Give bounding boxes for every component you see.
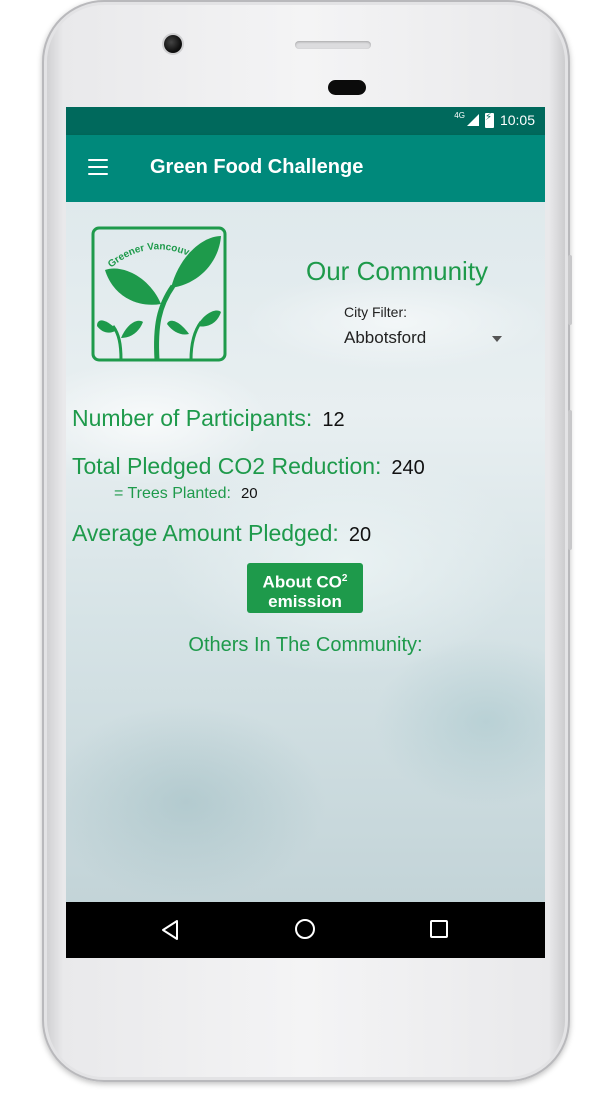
community-title: Our Community xyxy=(306,256,489,286)
city-filter-label: City Filter: xyxy=(344,304,407,320)
screen: 4G 10:05 Green Food Challenge Greener Va… xyxy=(66,107,545,958)
signal-icon xyxy=(466,114,479,126)
status-bar: 4G 10:05 xyxy=(66,107,545,135)
trees-planted-stat: = Trees Planted: 20 xyxy=(114,485,258,503)
home-circle-icon[interactable] xyxy=(295,919,315,939)
co2-reduction-stat: Total Pledged CO2 Reduction: 240 xyxy=(72,453,425,480)
dropdown-arrow-icon xyxy=(492,336,502,342)
average-pledged-label: Average Amount Pledged: xyxy=(72,520,339,546)
speaker-grille xyxy=(295,41,371,49)
trees-planted-label: = Trees Planted: xyxy=(114,485,231,502)
earpiece xyxy=(328,80,366,95)
city-filter-dropdown[interactable]: Abbotsford xyxy=(344,322,504,348)
about-button-line2: emission xyxy=(268,591,342,611)
recent-apps-square-icon[interactable] xyxy=(430,920,448,938)
navigation-bar xyxy=(66,902,545,958)
power-button xyxy=(568,255,572,325)
about-button-line1: About CO xyxy=(262,572,342,592)
about-co2-button[interactable]: About CO2 emission xyxy=(247,563,363,613)
app-bar: Green Food Challenge xyxy=(66,135,545,202)
participants-value: 12 xyxy=(322,409,345,431)
hamburger-menu-icon[interactable] xyxy=(88,159,108,177)
average-pledged-stat: Average Amount Pledged: 20 xyxy=(72,520,371,547)
status-time: 10:05 xyxy=(499,112,535,128)
co2-reduction-label: Total Pledged CO2 Reduction: xyxy=(72,453,382,479)
greener-vancouver-logo: Greener Vancouver xyxy=(91,226,227,362)
battery-charging-icon xyxy=(484,112,494,128)
network-type: 4G xyxy=(454,110,465,120)
others-in-community-label: Others In The Community: xyxy=(188,634,423,656)
volume-button xyxy=(568,410,572,550)
trees-planted-value: 20 xyxy=(240,485,258,502)
front-camera xyxy=(164,35,182,53)
main-content: Greener Vancouver Our Community City Fil… xyxy=(66,202,545,902)
participants-label: Number of Participants: xyxy=(72,405,313,431)
back-triangle-icon[interactable] xyxy=(160,919,180,941)
participants-stat: Number of Participants: 12 xyxy=(72,405,345,432)
city-filter-value: Abbotsford xyxy=(344,328,427,347)
co2-reduction-value: 240 xyxy=(391,457,425,479)
app-title: Green Food Challenge xyxy=(150,156,364,178)
average-pledged-value: 20 xyxy=(348,524,372,546)
about-button-sup: 2 xyxy=(341,573,348,584)
